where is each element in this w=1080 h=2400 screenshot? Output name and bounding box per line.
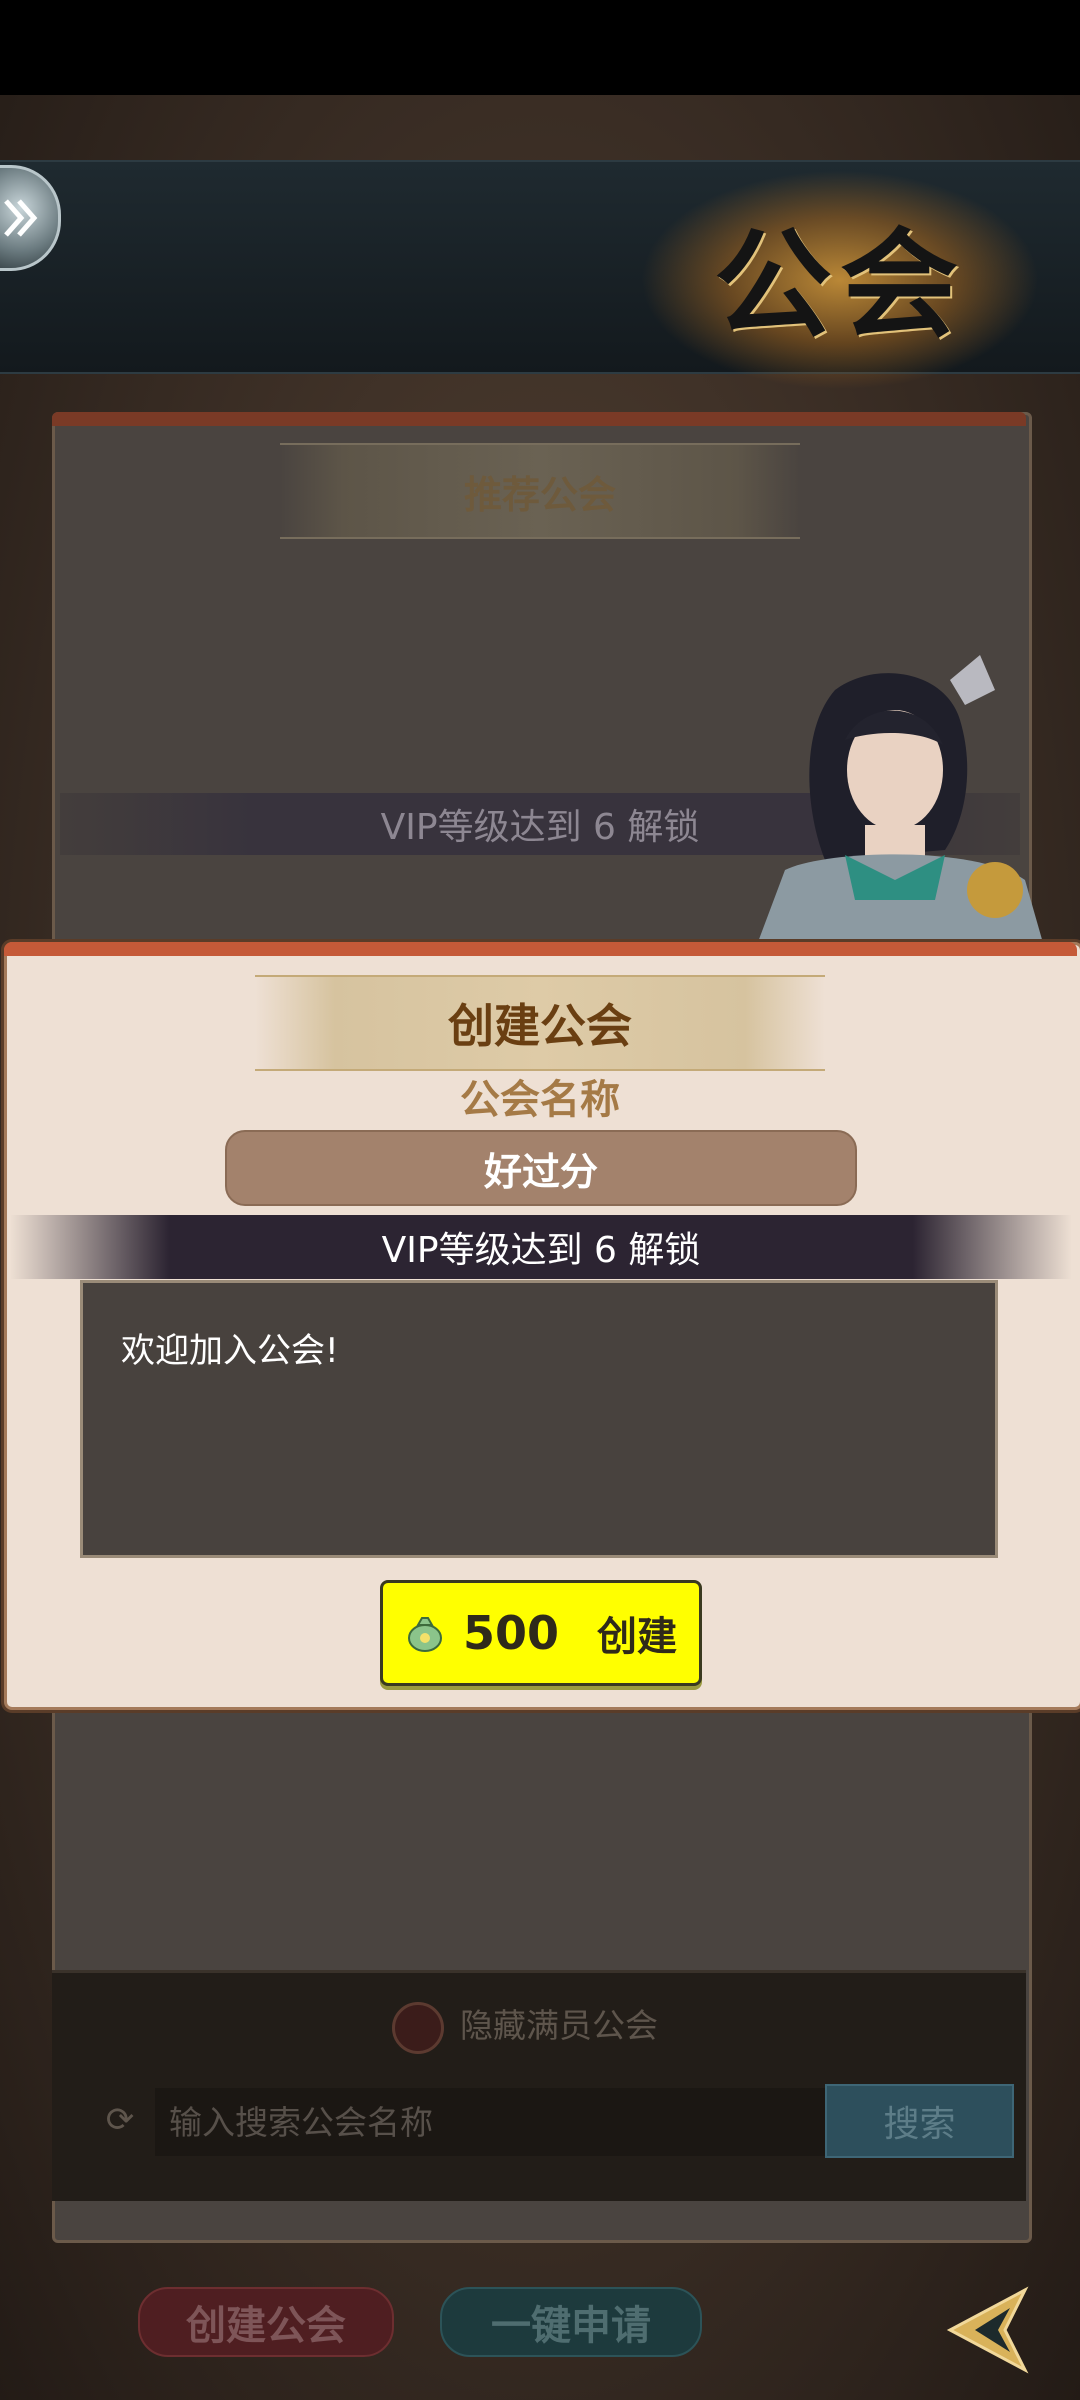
hero-character-image	[755, 655, 1045, 950]
refresh-icon[interactable]: ⟳	[100, 2100, 140, 2140]
corner-back-button[interactable]	[915, 2260, 1065, 2400]
dialog-title: 创建公会	[255, 975, 825, 1071]
guild-motto-text: 欢迎加入公会!	[121, 1331, 339, 1371]
chevron-left-icon	[946, 2286, 1029, 2374]
search-button[interactable]: 搜索	[825, 2084, 1014, 2158]
money-bag-icon	[407, 1617, 442, 1652]
create-guild-button[interactable]: 创建公会	[138, 2287, 394, 2357]
panel-top-stripe	[52, 412, 1026, 426]
status-bar	[0, 0, 1080, 95]
guild-motto-field[interactable]: 欢迎加入公会!	[80, 1280, 998, 1558]
double-chevron-right-icon	[3, 199, 37, 237]
recommend-title: 推荐公会	[280, 443, 800, 539]
create-button[interactable]: 500 创建	[380, 1580, 702, 1686]
quick-apply-button[interactable]: 一键申请	[440, 2287, 702, 2357]
hide-full-radio[interactable]	[392, 2002, 444, 2054]
dialog-top-stripe	[4, 942, 1077, 956]
hide-full-label: 隐藏满员公会	[460, 2006, 658, 2045]
guild-name-label: 公会名称	[460, 1077, 620, 1123]
vip-lock-bar: VIP等级达到 6 解锁	[10, 1215, 1072, 1279]
create-label: 创建	[597, 1614, 678, 1660]
cost-value: 500	[462, 1606, 560, 1660]
search-input[interactable]	[155, 2088, 825, 2156]
guild-name-field[interactable]: 好过分	[225, 1130, 857, 1206]
page-title: 公会	[713, 215, 966, 354]
